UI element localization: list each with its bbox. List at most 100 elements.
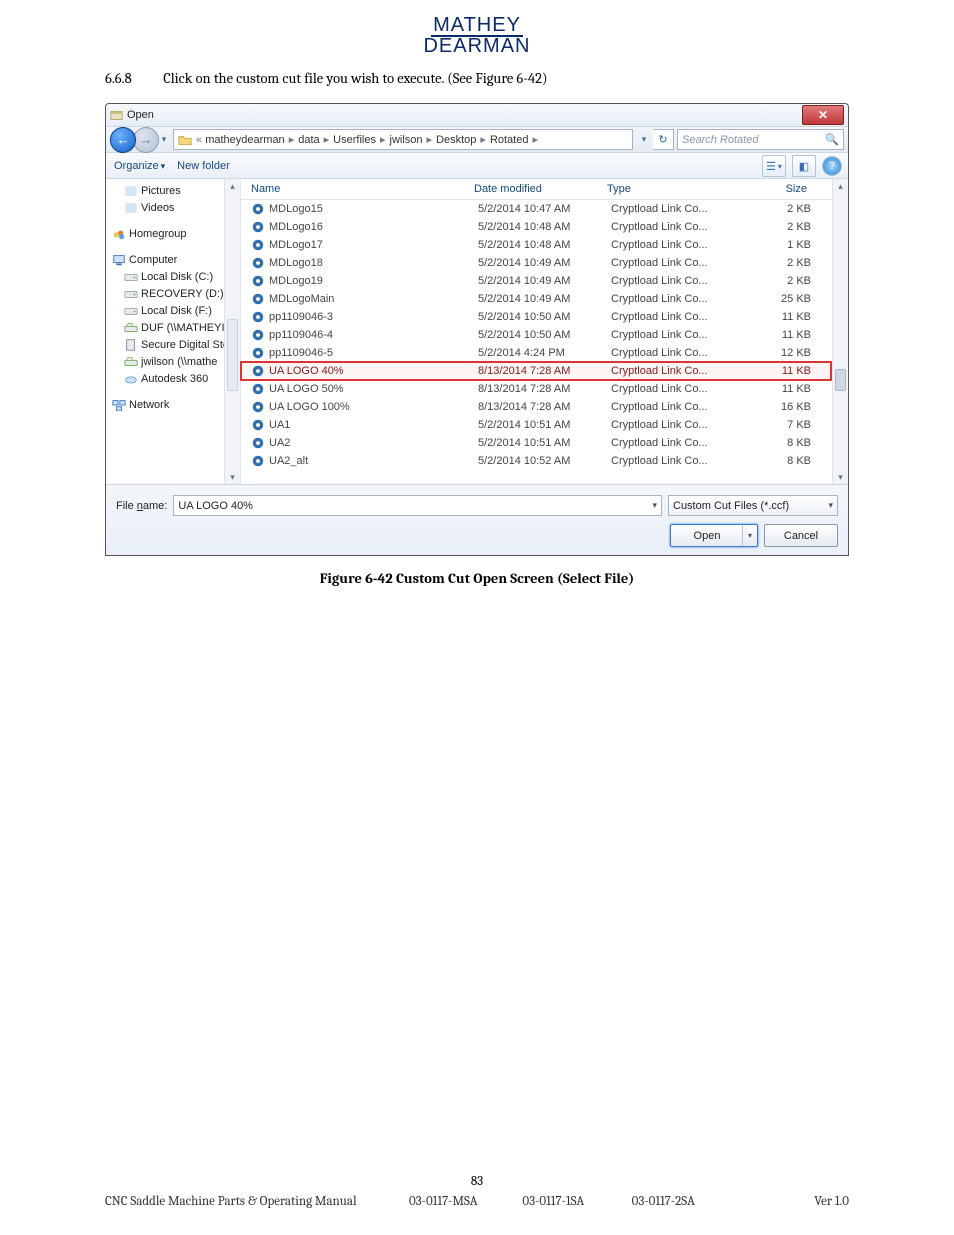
file-row[interactable]: pp1109046-35/2/2014 10:50 AMCryptload Li… <box>241 308 831 326</box>
file-date: 5/2/2014 10:48 AM <box>478 239 611 251</box>
file-type: Cryptload Link Co... <box>611 275 731 287</box>
search-input[interactable]: Search Rotated 🔍 <box>677 129 844 150</box>
file-date: 5/2/2014 10:48 AM <box>478 221 611 233</box>
col-date[interactable]: Date modified <box>474 183 607 195</box>
refresh-button[interactable]: ↻ <box>653 129 674 150</box>
sidebar-scrollbar[interactable]: ▴ ▾ <box>224 179 240 484</box>
footer-code3: 03-0117-2SA <box>608 1194 718 1209</box>
scroll-thumb[interactable] <box>227 319 238 391</box>
computer-icon <box>112 253 126 267</box>
sidebar-item[interactable]: Videos <box>112 200 238 216</box>
close-button[interactable]: ✕ <box>802 105 844 125</box>
file-row[interactable]: MDLogo195/2/2014 10:49 AMCryptload Link … <box>241 272 831 290</box>
col-size[interactable]: Size <box>727 183 827 195</box>
file-row[interactable]: pp1109046-55/2/2014 4:24 PMCryptload Lin… <box>241 344 831 362</box>
help-button[interactable]: ? <box>822 156 842 176</box>
col-type[interactable]: Type <box>607 183 727 195</box>
chevron-down-icon[interactable]: ▾ <box>828 500 833 511</box>
forward-button[interactable]: → <box>133 127 159 153</box>
file-name: MDLogo15 <box>269 203 478 215</box>
open-button[interactable]: Open ▾ <box>670 524 758 547</box>
sidebar-item[interactable]: Homegroup <box>112 226 238 242</box>
col-name[interactable]: Name <box>241 183 474 195</box>
file-size: 2 KB <box>731 203 831 215</box>
file-icon <box>251 220 265 234</box>
file-row[interactable]: MDLogo165/2/2014 10:48 AMCryptload Link … <box>241 218 831 236</box>
file-date: 8/13/2014 7:28 AM <box>478 383 611 395</box>
breadcrumb-seg[interactable]: Desktop <box>436 133 490 146</box>
sidebar-item[interactable]: DUF (\\MATHEYI <box>112 320 238 336</box>
back-button[interactable]: ← <box>110 127 136 153</box>
preview-pane-button[interactable]: ◧ <box>792 155 816 177</box>
file-row[interactable]: MDLogoMain5/2/2014 10:49 AMCryptload Lin… <box>241 290 831 308</box>
file-icon <box>251 274 265 288</box>
file-row[interactable]: UA2_alt5/2/2014 10:52 AMCryptload Link C… <box>241 452 831 470</box>
filename-input[interactable]: UA LOGO 40% ▾ <box>173 495 662 516</box>
scroll-up-icon[interactable]: ▴ <box>833 179 848 193</box>
sidebar-item[interactable]: Local Disk (F:) <box>112 303 238 319</box>
breadcrumb-seg[interactable]: matheydearman <box>205 133 298 146</box>
file-type: Cryptload Link Co... <box>611 347 731 359</box>
sidebar-item[interactable]: RECOVERY (D:) <box>112 286 238 302</box>
file-row[interactable]: UA25/2/2014 10:51 AMCryptload Link Co...… <box>241 434 831 452</box>
sidebar-item[interactable]: Local Disk (C:) <box>112 269 238 285</box>
scroll-up-icon[interactable]: ▴ <box>225 179 240 193</box>
file-size: 25 KB <box>731 293 831 305</box>
open-split-dropdown[interactable]: ▾ <box>742 525 757 546</box>
sidebar-item[interactable]: jwilson (\\mathe <box>112 354 238 370</box>
file-name: pp1109046-5 <box>269 347 478 359</box>
new-folder-button[interactable]: New folder <box>177 160 230 172</box>
breadcrumb-seg[interactable]: Userfiles <box>333 133 389 146</box>
sidebar-item-label: Local Disk (C:) <box>141 271 213 283</box>
title-bar[interactable]: Open ✕ <box>106 104 848 127</box>
search-placeholder: Search Rotated <box>682 134 758 146</box>
file-row[interactable]: MDLogo175/2/2014 10:48 AMCryptload Link … <box>241 236 831 254</box>
address-dropdown[interactable]: ▾ <box>638 129 650 151</box>
view-button[interactable]: ☰▾ <box>762 155 786 177</box>
sidebar-item[interactable]: Pictures <box>112 183 238 199</box>
column-headers[interactable]: Name Date modified Type Size <box>241 179 848 200</box>
footer-version: Ver 1.0 <box>718 1194 849 1209</box>
file-row[interactable]: UA15/2/2014 10:51 AMCryptload Link Co...… <box>241 416 831 434</box>
cancel-button[interactable]: Cancel <box>764 524 838 547</box>
address-bar[interactable]: « matheydearman data Userfiles jwilson D… <box>173 129 633 150</box>
file-row[interactable]: MDLogo185/2/2014 10:49 AMCryptload Link … <box>241 254 831 272</box>
scroll-thumb[interactable] <box>835 369 846 391</box>
file-name: MDLogoMain <box>269 293 478 305</box>
file-icon <box>251 382 265 396</box>
chevron-down-icon[interactable]: ▾ <box>652 500 657 511</box>
file-row[interactable]: MDLogo155/2/2014 10:47 AMCryptload Link … <box>241 200 831 218</box>
scroll-down-icon[interactable]: ▾ <box>833 470 848 484</box>
file-icon <box>251 256 265 270</box>
sidebar-item-label: DUF (\\MATHEYI <box>141 322 225 334</box>
sidebar-item-label: jwilson (\\mathe <box>141 356 217 368</box>
file-type: Cryptload Link Co... <box>611 401 731 413</box>
view-icon: ☰ <box>766 160 776 173</box>
file-date: 5/2/2014 10:49 AM <box>478 257 611 269</box>
breadcrumb-seg[interactable]: jwilson <box>390 133 437 146</box>
file-size: 16 KB <box>731 401 831 413</box>
filename-value: UA LOGO 40% <box>178 500 253 512</box>
file-size: 7 KB <box>731 419 831 431</box>
sidebar-item[interactable]: Secure Digital Sto <box>112 337 238 353</box>
filetype-select[interactable]: Custom Cut Files (*.ccf) ▾ <box>668 495 838 516</box>
sidebar-item[interactable]: Computer <box>112 252 238 268</box>
scroll-down-icon[interactable]: ▾ <box>225 470 240 484</box>
sidebar-item[interactable]: Autodesk 360 <box>112 371 238 387</box>
file-row[interactable]: pp1109046-45/2/2014 10:50 AMCryptload Li… <box>241 326 831 344</box>
file-row[interactable]: UA LOGO 50%8/13/2014 7:28 AMCryptload Li… <box>241 380 831 398</box>
breadcrumb-seg[interactable]: Rotated <box>490 133 542 146</box>
list-scrollbar[interactable]: ▴ ▾ <box>832 179 848 484</box>
sidebar-item[interactable]: Network <box>112 397 238 413</box>
file-row[interactable]: UA LOGO 40%8/13/2014 7:28 AMCryptload Li… <box>241 362 831 380</box>
organize-menu[interactable]: Organize▾ <box>114 160 165 172</box>
close-icon: ✕ <box>818 109 828 121</box>
file-date: 5/2/2014 10:47 AM <box>478 203 611 215</box>
file-name: UA LOGO 50% <box>269 383 478 395</box>
footer-code1: 03-0117-MSA <box>388 1194 498 1209</box>
file-row[interactable]: UA LOGO 100%8/13/2014 7:28 AMCryptload L… <box>241 398 831 416</box>
breadcrumb-seg[interactable]: data <box>298 133 333 146</box>
search-icon: 🔍 <box>825 133 839 146</box>
file-type: Cryptload Link Co... <box>611 311 731 323</box>
history-dropdown[interactable]: ▾ <box>158 129 170 151</box>
